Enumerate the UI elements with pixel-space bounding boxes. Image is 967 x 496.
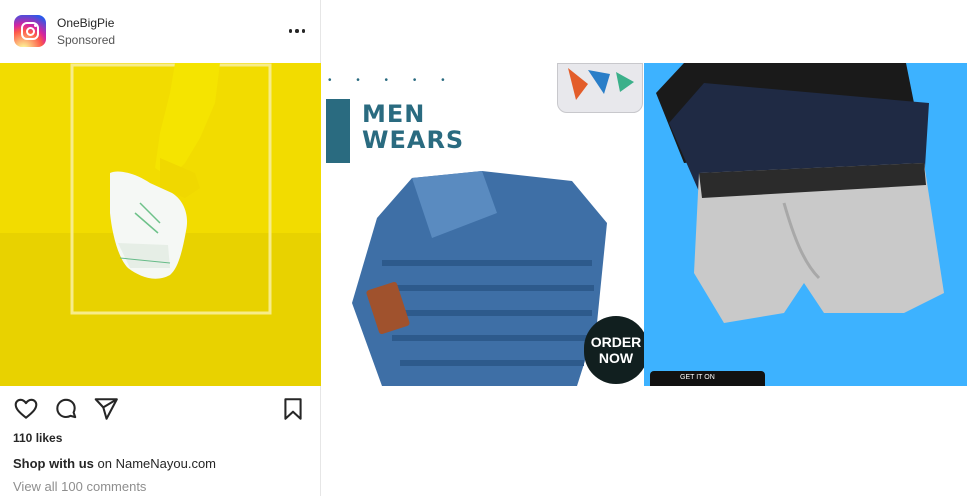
carousel-slide-shoe[interactable]	[0, 63, 321, 386]
caption-bold: Shop with us	[13, 456, 94, 471]
camera-flash-dot	[34, 24, 37, 27]
instagram-logo-avatar[interactable]	[14, 15, 46, 47]
post-action-bar	[0, 386, 321, 430]
carousel-slide-men-wears[interactable]: • • • • • MEN WEARS ORDER NOW	[322, 63, 644, 386]
camera-lens	[25, 26, 35, 36]
order-now-button[interactable]: ORDER NOW	[584, 316, 644, 384]
store-badge-text: GET IT ON	[680, 374, 715, 381]
more-options-button[interactable]	[284, 22, 310, 40]
order-now-line1: ORDER	[590, 334, 642, 350]
share-icon[interactable]	[93, 396, 119, 422]
sponsored-label: Sponsored	[57, 33, 116, 47]
shoe-photo	[0, 63, 321, 386]
likes-count[interactable]: 110 likes	[13, 431, 62, 445]
bookmark-icon[interactable]	[280, 396, 306, 422]
dot-icon	[301, 29, 306, 33]
order-now-line2: NOW	[598, 350, 634, 366]
account-name[interactable]: OneBigPie	[57, 16, 114, 30]
top-whitespace	[322, 0, 967, 63]
comment-icon[interactable]	[53, 396, 79, 422]
caption-text: on NameNayou.com	[93, 456, 217, 471]
post-caption: Shop with us on NameNayou.com	[13, 456, 216, 471]
carousel-slide-boxers[interactable]: GET IT ON	[644, 63, 967, 386]
view-comments-link[interactable]: View all 100 comments	[13, 479, 146, 494]
boxers-photo	[644, 63, 967, 386]
post-header: OneBigPie Sponsored	[0, 0, 321, 63]
heart-icon[interactable]	[13, 396, 39, 422]
dot-icon	[288, 29, 293, 33]
google-play-badge[interactable]: GET IT ON	[650, 371, 765, 386]
dot-icon	[295, 29, 299, 33]
